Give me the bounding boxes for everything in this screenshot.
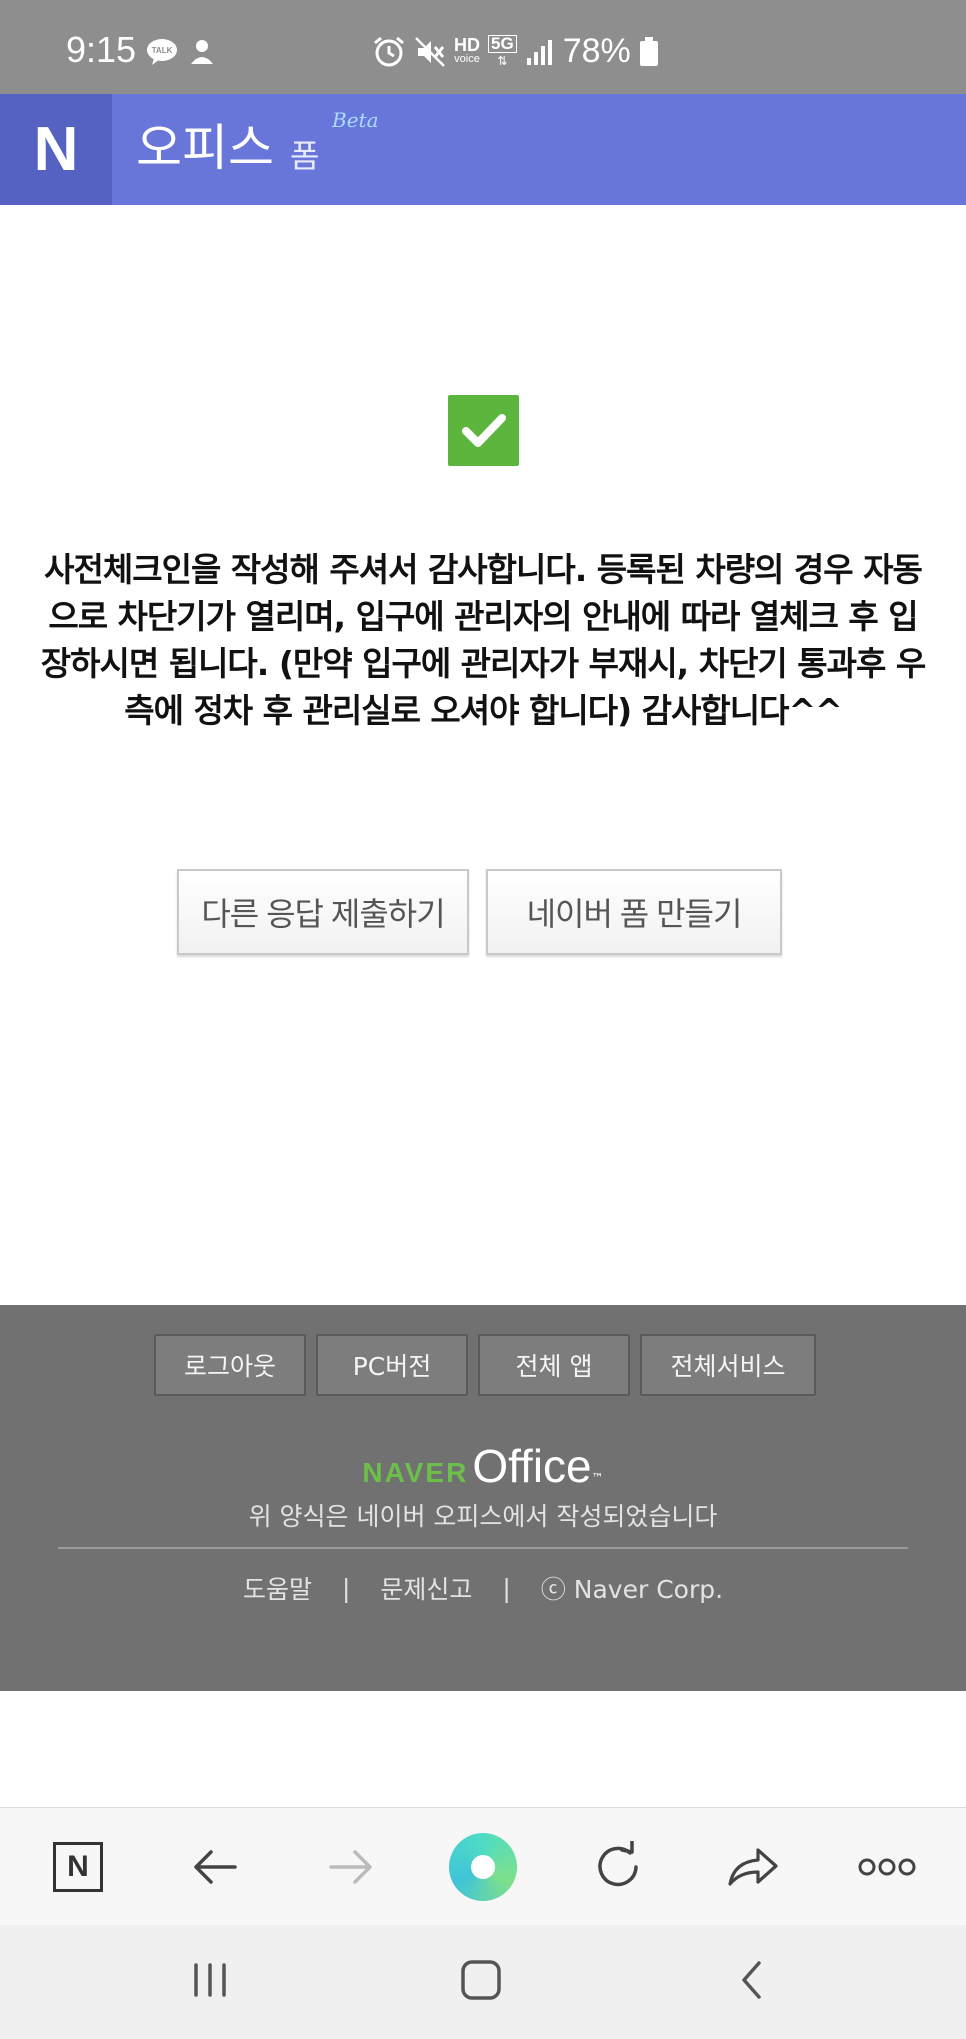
completion-message: 사전체크인을 작성해 주셔서 감사합니다. 등록된 차량의 경우 자동으로 차단… (40, 550, 926, 730)
network-type-indicator: 5G ⇅ (488, 34, 517, 69)
footer-divider (58, 1547, 908, 1549)
alarm-icon (374, 36, 404, 66)
report-problem-link[interactable]: 문제신고 (380, 1570, 472, 1606)
all-services-button[interactable]: 전체서비스 (640, 1334, 816, 1396)
status-right-area: HD voice 5G ⇅ 78% (372, 32, 659, 71)
made-with-text: 위 양식은 네이버 오피스에서 작성되었습니다 (248, 1502, 718, 1531)
naver-logo-letter: N (33, 114, 79, 184)
beta-badge: Beta (332, 108, 379, 132)
link-separator: | (502, 1573, 511, 1603)
brand-trademark: ™ (591, 1471, 604, 1485)
mute-icon (415, 36, 445, 67)
back-arrow-icon[interactable] (170, 1822, 260, 1912)
talk-icon: TALK (147, 39, 177, 65)
recent-apps-icon[interactable] (170, 1945, 250, 2015)
brand-naver: NAVER (362, 1457, 469, 1488)
battery-percent: 78% (562, 32, 631, 70)
home-letter: N (67, 1850, 89, 1883)
data-arrows-icon: ⇅ (497, 53, 508, 68)
status-bar: 9:15 TALK HD voice 5G ⇅ 78% (0, 0, 966, 94)
success-check-icon (448, 395, 519, 466)
all-apps-button[interactable]: 전체 앱 (478, 1334, 630, 1396)
home-icon[interactable] (441, 1945, 521, 2015)
naver-home-icon[interactable]: N (33, 1822, 123, 1912)
brand-office: Office (472, 1440, 592, 1492)
back-icon[interactable] (712, 1945, 792, 2015)
copyright-text: ⓒ Naver Corp. (540, 1575, 724, 1604)
header-title[interactable]: 오피스 (136, 118, 274, 178)
more-icon[interactable] (842, 1822, 932, 1912)
help-link[interactable]: 도움말 (243, 1570, 312, 1606)
checkmark-icon (461, 413, 506, 447)
hd-voice-indicator: HD voice (454, 34, 480, 65)
naver-logo-button[interactable]: N (0, 94, 112, 205)
forward-arrow-icon[interactable] (306, 1822, 396, 1912)
system-navigation-bar (0, 1925, 966, 2039)
footer: 로그아웃 PC버전 전체 앱 전체서비스 NAVER Office ™ 위 양식… (0, 1305, 966, 1691)
header-subtitle: 폼 (290, 137, 320, 175)
signal-icon (526, 39, 552, 65)
status-time: 9:15 (66, 29, 137, 70)
svg-text:TALK: TALK (152, 46, 173, 55)
pc-version-button[interactable]: PC버전 (316, 1334, 468, 1396)
green-dot-icon[interactable] (438, 1822, 528, 1912)
logout-button[interactable]: 로그아웃 (154, 1334, 306, 1396)
naver-office-logo: NAVER Office ™ (0, 1439, 966, 1493)
create-naver-form-button[interactable]: 네이버 폼 만들기 (486, 869, 782, 955)
status-left-icons: TALK (146, 38, 216, 66)
refresh-icon[interactable] (573, 1822, 663, 1912)
submit-another-response-button[interactable]: 다른 응답 제출하기 (177, 869, 469, 955)
battery-icon (639, 36, 658, 66)
notification-person-icon (191, 40, 213, 64)
browser-toolbar: N (0, 1807, 966, 1926)
app-header: N 오피스 폼 Beta (0, 94, 966, 205)
link-separator: | (341, 1573, 351, 1603)
share-icon[interactable] (708, 1822, 798, 1912)
footer-links: 도움말 | 문제신고 | ⓒ Naver Corp. (0, 1570, 966, 1606)
